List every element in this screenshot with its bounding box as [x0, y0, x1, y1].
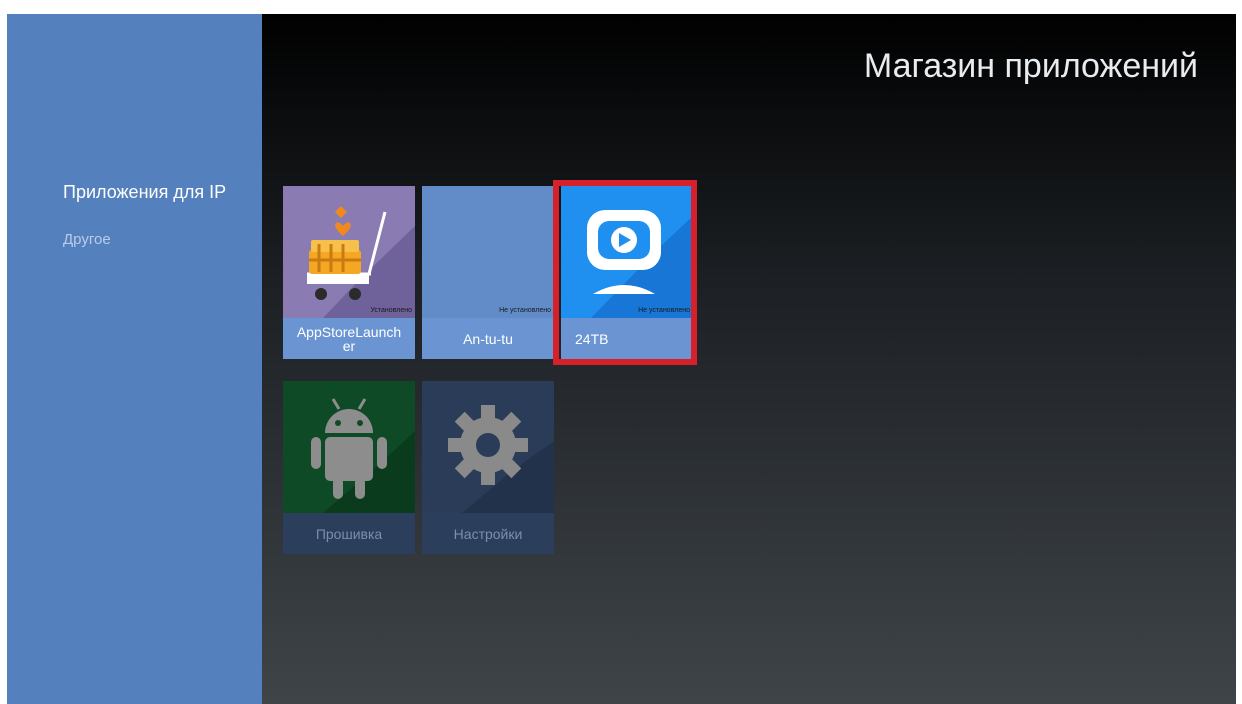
focus-highlight: [553, 180, 697, 365]
tv-screen: Приложения для IP Другое Магазин приложе…: [7, 14, 1236, 704]
sidebar-item-ip-apps[interactable]: Приложения для IP: [63, 182, 226, 203]
app-name: AppStoreLaunch er: [296, 323, 402, 354]
app-icon-area: [283, 186, 415, 318]
install-status-badge: Установлено: [370, 307, 412, 314]
app-name: Прошивка: [315, 525, 383, 542]
sidebar: Приложения для IP Другое: [7, 14, 262, 704]
app-tile-firmware[interactable]: Прошивка: [283, 381, 415, 554]
android-icon: [311, 398, 415, 513]
app-tile-antutu[interactable]: Не установлено An-tu-tu: [422, 186, 554, 359]
app-icon-area: [422, 381, 554, 513]
sidebar-item-other[interactable]: Другое: [63, 231, 111, 248]
app-icon-area: [283, 381, 415, 513]
app-tile-settings[interactable]: Настройки: [422, 381, 554, 554]
gear-icon: [448, 405, 554, 513]
shopping-cart-icon: [307, 206, 415, 318]
app-tile-appstorelauncher[interactable]: Установлено AppStoreLaunch er: [283, 186, 415, 359]
app-name: Настройки: [453, 525, 523, 542]
app-icon-area: [422, 186, 554, 318]
page-title: Магазин приложений: [863, 47, 1198, 85]
app-name: An-tu-tu: [463, 330, 513, 347]
install-status-badge: Не установлено: [499, 307, 551, 314]
